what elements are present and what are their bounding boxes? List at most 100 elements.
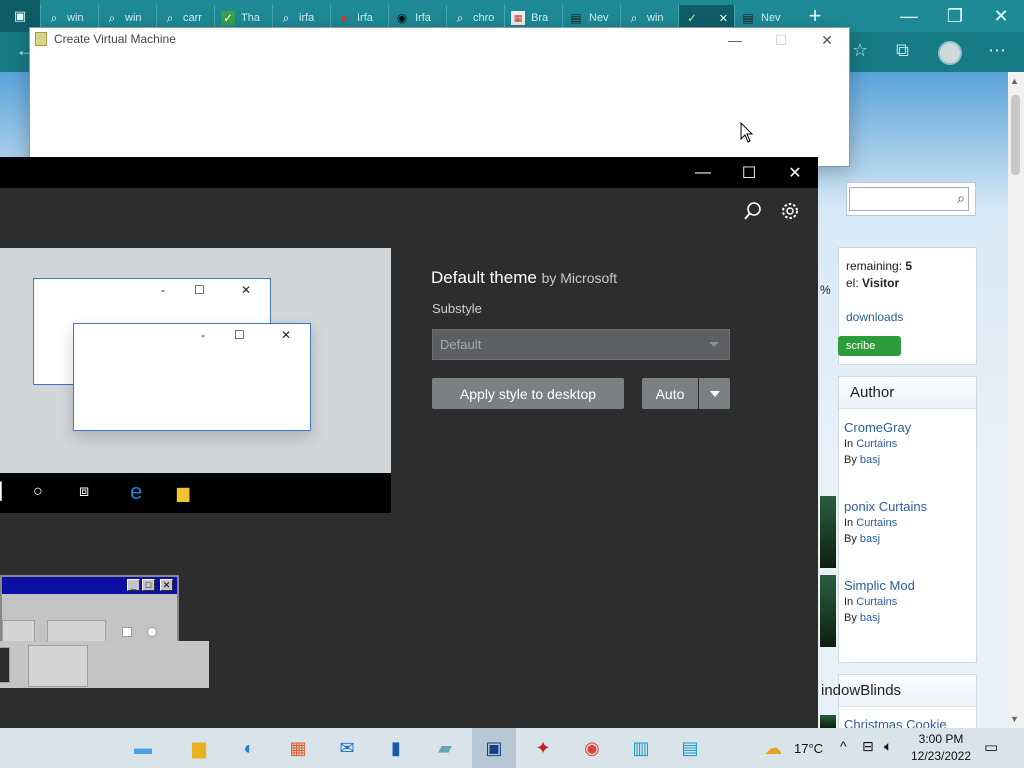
classic-minimize-icon: _ (127, 579, 140, 591)
check-icon: ✓ (221, 11, 235, 25)
windowblinds-titlebar: — ☐ ✕ (0, 157, 818, 188)
edge-icon[interactable]: ◐ (236, 736, 262, 760)
notification-icon[interactable]: ▭ (984, 738, 998, 756)
newtab-icon: ▤ (570, 11, 582, 25)
item-title-link[interactable]: Simplic Mod (844, 578, 915, 593)
create-vm-close-button[interactable]: ✕ (804, 28, 850, 52)
wb-minimize-button[interactable]: — (680, 157, 726, 188)
create-vm-title: Create Virtual Machine (54, 32, 176, 46)
chevron-down-icon (709, 342, 719, 347)
item-category: In Curtains (844, 596, 898, 608)
item-category: In Curtains (844, 438, 898, 450)
percent-label: % (820, 283, 831, 297)
preview-maximize-icon: ☐ (194, 283, 205, 297)
category-link[interactable]: Curtains (856, 596, 897, 608)
item-author: By basj (844, 454, 881, 466)
weather-icon[interactable]: ☁ (760, 736, 786, 760)
item-title-link[interactable]: CromeGray (844, 420, 911, 435)
mail-icon[interactable]: ✉ (334, 736, 360, 760)
site-search-box[interactable]: ⌕ (846, 182, 976, 216)
classic-close-icon: ✕ (160, 579, 173, 591)
preview-window-front: - ☐ ✕ (73, 323, 311, 431)
irfanview-icon[interactable]: ✦ (530, 736, 556, 760)
author-link[interactable]: basj (860, 612, 880, 624)
preview-edge-icon: e (130, 479, 143, 504)
preview-maximize-icon: ☐ (234, 328, 245, 342)
app-icon[interactable]: ▮ (383, 736, 409, 760)
subscribe-button[interactable]: scribe (838, 336, 901, 356)
skin-thumbnail[interactable] (820, 575, 836, 647)
apply-style-button[interactable]: Apply style to desktop (432, 378, 624, 409)
preview-taskbar (0, 473, 391, 513)
collections-icon[interactable]: ⧉ (896, 40, 909, 61)
wb-maximize-button[interactable]: ☐ (726, 157, 772, 188)
search-icon: ⌕ (630, 10, 638, 25)
close-tab-icon[interactable]: ✕ (719, 12, 728, 25)
chrome-icon[interactable]: ◉ (579, 736, 605, 760)
clock-date[interactable]: 12/23/2022 (908, 749, 974, 763)
preview-minimize-icon: - (201, 328, 205, 342)
profile-avatar[interactable] (938, 41, 962, 65)
substyle-dropdown[interactable]: Default (432, 329, 730, 360)
wb-close-button[interactable]: ✕ (772, 157, 818, 188)
theme-title: Default theme by Microsoft (431, 268, 618, 287)
store-icon[interactable]: ▦ (285, 736, 311, 760)
browser-minimize-button[interactable]: — (886, 0, 932, 32)
classic-checkbox (122, 627, 132, 637)
author-link[interactable]: basj (860, 533, 880, 545)
classic-box (2, 620, 35, 642)
search-icon[interactable] (743, 201, 763, 221)
create-vm-window: Create Virtual Machine — ☐ ✕ (29, 27, 850, 167)
skin-thumbnail[interactable] (820, 496, 836, 568)
new-tab-button[interactable]: + (798, 3, 832, 29)
create-vm-minimize-button[interactable]: — (712, 28, 758, 52)
classic-radio (147, 627, 157, 637)
file-explorer-icon[interactable]: ▆ (186, 736, 212, 760)
category-link[interactable]: Curtains (856, 517, 897, 529)
scrollbar-thumb[interactable] (1011, 95, 1020, 175)
auto-dropdown-button[interactable] (699, 378, 730, 409)
favorites-icon[interactable]: ☆ (852, 40, 868, 61)
browser-close-button[interactable]: ✕ (978, 0, 1024, 32)
notes-icon[interactable]: ▰ (432, 736, 458, 760)
search-icon: ⌕ (282, 10, 290, 25)
settings-gear-icon[interactable] (780, 201, 800, 221)
more-icon[interactable]: ⋯ (988, 40, 1006, 61)
author-link[interactable]: basj (860, 454, 880, 466)
search-icon: ⌕ (166, 10, 174, 25)
create-vm-maximize-button[interactable]: ☐ (758, 28, 804, 52)
preview-minimize-icon: - (161, 283, 165, 297)
preview-close-icon: ✕ (241, 283, 252, 297)
search-icon[interactable]: ⌕ (957, 190, 965, 207)
auto-button[interactable]: Auto (642, 378, 698, 409)
classic-box (47, 620, 106, 642)
building-alt-icon[interactable]: ▤ (677, 736, 703, 760)
temperature[interactable]: 17°C (794, 741, 823, 756)
classic-style-preview: _ □ ✕ (0, 575, 179, 647)
github-icon: ◉ (396, 11, 408, 25)
network-icon[interactable]: ⊟ (862, 738, 874, 755)
skin-thumbnail[interactable] (820, 715, 836, 728)
classic-titlebar: _ □ ✕ (2, 577, 177, 594)
scroll-down-icon[interactable]: ▼ (1010, 714, 1019, 724)
remaining-downloads: remaining: 5 (846, 259, 913, 273)
item-author: By basj (844, 533, 881, 545)
chevron-up-icon[interactable]: ^ (840, 738, 847, 754)
downloads-link[interactable]: downloads (846, 310, 903, 324)
substyle-label: Substyle (432, 301, 482, 316)
irfanview-icon: ● (340, 11, 348, 25)
volume-icon[interactable]: 🔈︎ (884, 738, 892, 755)
search-icon: ⌕ (108, 10, 116, 25)
item-title-link[interactable]: ponix Curtains (844, 499, 927, 514)
site-search-input[interactable] (849, 187, 969, 211)
item-category: In Curtains (844, 517, 898, 529)
browser-restore-button[interactable]: ❐ (932, 0, 978, 32)
building-icon[interactable]: ▥ (628, 736, 654, 760)
item-author: By basj (844, 612, 881, 624)
taskview-icon[interactable]: ▬ (130, 736, 156, 760)
windowblinds-icon[interactable]: ▣ (481, 736, 507, 760)
search-icon: ⌕ (50, 10, 58, 25)
clock-time[interactable]: 3:00 PM (913, 732, 969, 746)
category-link[interactable]: Curtains (856, 438, 897, 450)
scroll-up-icon[interactable]: ▲ (1010, 76, 1019, 86)
